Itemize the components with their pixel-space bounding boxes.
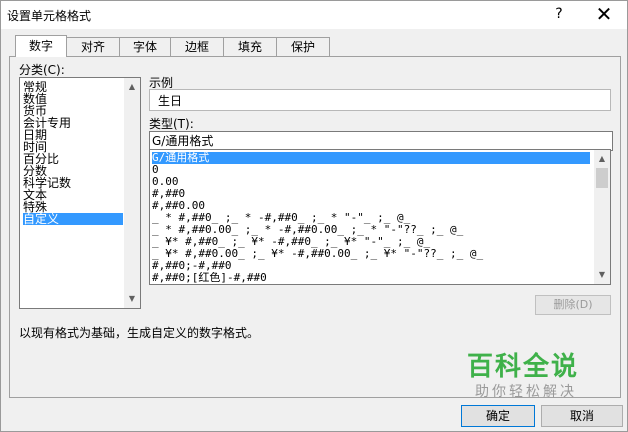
format-item[interactable]: _ ¥* #,##0.00_ ;_ ¥* -#,##0.00_ ;_ ¥* "-…: [152, 248, 590, 260]
category-item-custom[interactable]: 自定义: [23, 213, 123, 225]
format-item[interactable]: _ ¥* #,##0_ ;_ ¥* -#,##0_ ;_ ¥* "-"_ ;_ …: [152, 236, 590, 248]
tab-fill[interactable]: 填充: [223, 37, 277, 56]
dialog-title: 设置单元格格式: [7, 9, 92, 23]
watermark-title: 百科全说: [467, 352, 580, 382]
scroll-up-icon[interactable]: ▲: [594, 152, 610, 166]
tab-alignment[interactable]: 对齐: [66, 37, 120, 56]
category-label: 分类(C):: [19, 63, 65, 77]
title-bar[interactable]: 设置单元格格式 ? ✕: [1, 1, 627, 29]
format-item[interactable]: 0.00: [152, 176, 590, 188]
sample-box: 生日: [149, 89, 611, 111]
tab-font[interactable]: 字体: [119, 37, 171, 56]
close-icon[interactable]: ✕: [593, 4, 615, 26]
watermark-subtitle: 助你轻松解决: [475, 384, 577, 400]
type-label: 类型(T):: [149, 117, 194, 131]
format-item[interactable]: _ * #,##0_ ;_ * -#,##0_ ;_ * "-"_ ;_ @_: [152, 212, 590, 224]
scroll-up-icon[interactable]: ▲: [124, 80, 140, 94]
sample-value: 生日: [158, 94, 183, 108]
scroll-down-icon[interactable]: ▼: [594, 268, 610, 282]
format-list[interactable]: G/通用格式 0 0.00 #,##0 #,##0.00 _ * #,##0_ …: [149, 149, 611, 285]
scroll-thumb[interactable]: [596, 168, 608, 188]
description-text: 以现有格式为基础，生成自定义的数字格式。: [19, 326, 260, 340]
format-item[interactable]: #,##0: [152, 188, 590, 200]
type-input[interactable]: G/通用格式: [149, 131, 613, 151]
help-icon[interactable]: ?: [549, 4, 569, 24]
category-list[interactable]: 常规 数值 货币 会计专用 日期 时间 百分比 分数 科学记数 文本 特殊 自定…: [19, 77, 141, 309]
tab-number[interactable]: 数字: [15, 35, 67, 57]
delete-button: 删除(D): [535, 295, 611, 315]
format-item[interactable]: _ * #,##0.00_ ;_ * -#,##0.00_ ;_ * "-"??…: [152, 224, 590, 236]
category-scrollbar[interactable]: ▲ ▼: [124, 78, 140, 308]
tab-border[interactable]: 边框: [170, 37, 224, 56]
format-cells-dialog: 设置单元格格式 ? ✕ 数字 对齐 字体 边框 填充 保护 分类(C): 常规 …: [0, 0, 628, 432]
tab-protection[interactable]: 保护: [276, 37, 330, 56]
cancel-button[interactable]: 取消: [541, 405, 623, 427]
format-item[interactable]: #,##0;[红色]-#,##0: [152, 272, 590, 284]
format-scrollbar[interactable]: ▲ ▼: [594, 150, 610, 284]
format-item[interactable]: #,##0;-#,##0: [152, 260, 590, 272]
format-item[interactable]: 0: [152, 164, 590, 176]
scroll-down-icon[interactable]: ▼: [124, 292, 140, 306]
format-item-selected[interactable]: G/通用格式: [152, 152, 590, 164]
format-item[interactable]: #,##0.00: [152, 200, 590, 212]
ok-button[interactable]: 确定: [461, 405, 535, 427]
